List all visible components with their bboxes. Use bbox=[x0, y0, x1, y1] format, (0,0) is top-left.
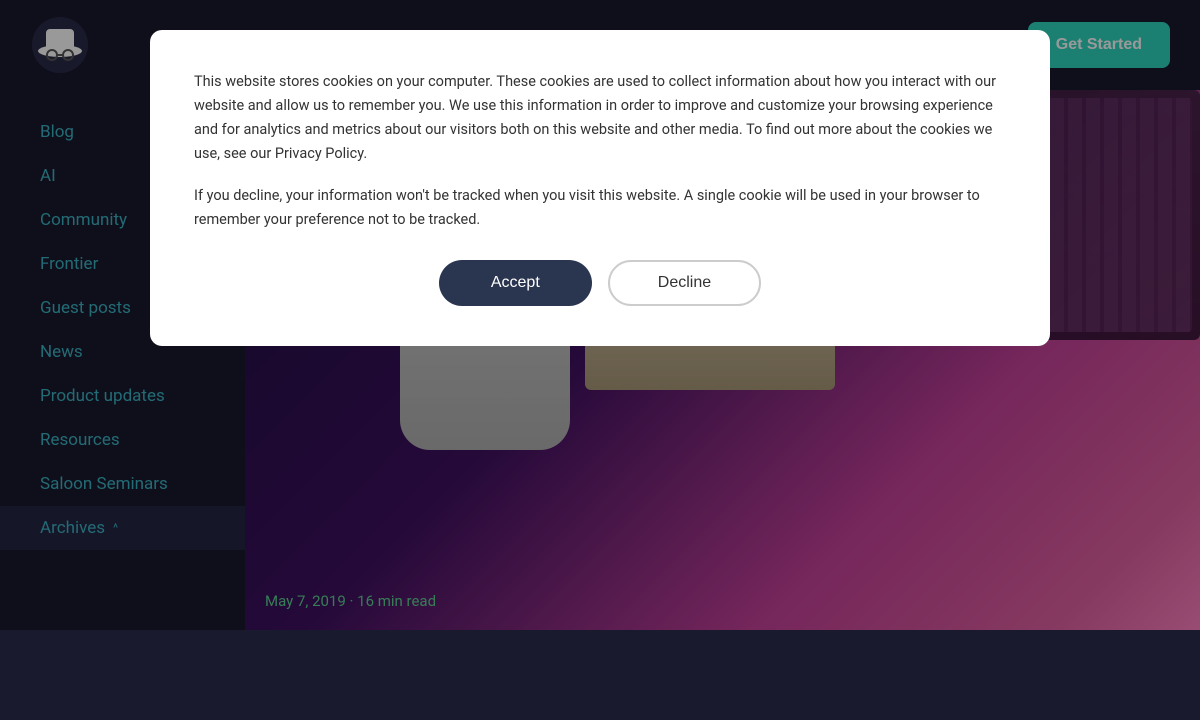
cookie-buttons: Accept Decline bbox=[194, 260, 1006, 306]
accept-button[interactable]: Accept bbox=[439, 260, 592, 306]
decline-button[interactable]: Decline bbox=[608, 260, 761, 306]
cookie-text-1: This website stores cookies on your comp… bbox=[194, 70, 1006, 166]
cookie-modal: This website stores cookies on your comp… bbox=[150, 30, 1050, 346]
cookie-text-2: If you decline, your information won't b… bbox=[194, 184, 1006, 232]
cookie-modal-overlay: This website stores cookies on your comp… bbox=[0, 0, 1200, 630]
